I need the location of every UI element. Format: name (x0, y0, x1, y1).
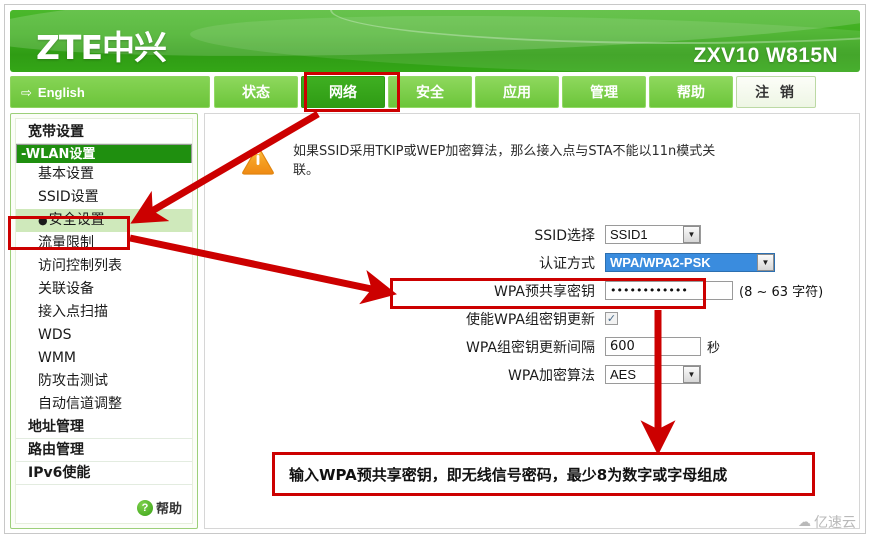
main-navbar: ⇨ English 状态 网络 安全 应用 管理 帮助 注 销 (10, 76, 860, 108)
logout-button[interactable]: 注 销 (736, 76, 816, 108)
chevron-down-icon[interactable]: ▼ (683, 366, 700, 383)
cloud-icon: ☁ (798, 514, 811, 530)
field-row-wpa-cipher: WPA加密算法 AES ▼ (205, 362, 859, 387)
sidebar-item-auto-channel[interactable]: 自动信道调整 (16, 393, 192, 416)
sidebar-inner: 宽带设置 -WLAN设置 基本设置 SSID设置 ●安全设置 流量限制 访问控制… (15, 118, 193, 524)
sidebar-item-wmm[interactable]: WMM (16, 347, 192, 370)
sidebar-item-access-control-list[interactable]: 访问控制列表 (16, 255, 192, 278)
sidebar-menu: 宽带设置 -WLAN设置 基本设置 SSID设置 ●安全设置 流量限制 访问控制… (16, 121, 192, 485)
chevron-down-icon[interactable]: ▼ (757, 254, 774, 271)
sidebar-help-label: 帮助 (155, 502, 182, 517)
sidebar-item-basic-settings[interactable]: 基本设置 (16, 163, 192, 186)
field-row-enable-group-key: 使能WPA组密钥更新 ✓ (205, 306, 859, 331)
field-row-group-key-interval: WPA组密钥更新间隔 600 秒 (205, 334, 859, 359)
group-key-interval-input[interactable]: 600 (605, 337, 701, 356)
annotation-box-network-tab (304, 72, 400, 112)
tab-help[interactable]: 帮助 (649, 76, 733, 108)
ssid-select-label: SSID选择 (534, 227, 595, 244)
wpa-cipher-control: AES ▼ (605, 365, 701, 384)
field-row-auth-mode: 认证方式 WPA/WPA2-PSK ▼ (205, 250, 859, 275)
enable-group-key-label: 使能WPA组密钥更新 (466, 311, 595, 328)
question-mark-icon: ? (136, 499, 153, 516)
sidebar-item-address-management[interactable]: 地址管理 (16, 416, 192, 439)
wpa-cipher-label: WPA加密算法 (508, 367, 595, 384)
tab-application[interactable]: 应用 (475, 76, 559, 108)
ssid-select-value: SSID1 (610, 227, 648, 242)
auth-mode-label: 认证方式 (539, 255, 595, 272)
auth-mode-control: WPA/WPA2-PSK ▼ (605, 253, 775, 272)
warning-row: 如果SSID采用TKIP或WEP加密算法，那么接入点与STA不能以11n模式关联… (241, 142, 831, 180)
chevron-down-icon[interactable]: ▼ (683, 226, 700, 243)
annotation-note-box: 输入WPA预共享密钥，即无线信号密码，最少8为数字或字母组成 (272, 452, 815, 496)
header-banner: ZTE中兴 ZXV10 W815N (10, 10, 860, 72)
tab-security[interactable]: 安全 (388, 76, 472, 108)
warning-triangle-icon (241, 142, 281, 180)
field-row-ssid-select: SSID选择 SSID1 ▼ (205, 222, 859, 247)
sidebar-item-anti-attack-test[interactable]: 防攻击测试 (16, 370, 192, 393)
sidebar-item-ap-scan[interactable]: 接入点扫描 (16, 301, 192, 324)
sidebar-item-broadband[interactable]: 宽带设置 (16, 121, 192, 144)
enable-group-key-control: ✓ (605, 312, 618, 325)
sidebar-item-wlan[interactable]: -WLAN设置 (16, 144, 192, 163)
auth-mode-select[interactable]: WPA/WPA2-PSK ▼ (605, 253, 775, 272)
arrow-right-icon: ⇨ (21, 84, 32, 100)
router-admin-page: ZTE中兴 ZXV10 W815N ⇨ English 状态 网络 安全 应用 … (0, 0, 870, 538)
wpa-cipher-value: AES (610, 367, 637, 382)
language-label: English (37, 84, 85, 100)
annotation-box-security-menu (8, 216, 130, 250)
sidebar: 宽带设置 -WLAN设置 基本设置 SSID设置 ●安全设置 流量限制 访问控制… (10, 113, 198, 529)
sidebar-item-ssid-settings[interactable]: SSID设置 (16, 186, 192, 209)
brand-logo: ZTE中兴 (36, 28, 167, 67)
group-key-interval-control: 600 秒 (605, 337, 720, 356)
device-model: ZXV10 W815N (693, 44, 838, 67)
auth-mode-value: WPA/WPA2-PSK (610, 255, 711, 270)
group-key-interval-label: WPA组密钥更新间隔 (466, 339, 595, 356)
wpa-cipher-select[interactable]: AES ▼ (605, 365, 701, 384)
sidebar-item-wds[interactable]: WDS (16, 324, 192, 347)
watermark: ☁ 亿速云 (798, 512, 856, 532)
group-key-interval-unit: 秒 (707, 340, 721, 355)
language-switch[interactable]: ⇨ English (10, 76, 210, 108)
warning-text: 如果SSID采用TKIP或WEP加密算法，那么接入点与STA不能以11n模式关联… (293, 144, 716, 178)
wpa-psk-hint: (8 ~ 63 字符) (739, 285, 824, 300)
tab-status[interactable]: 状态 (214, 76, 298, 108)
annotation-box-wpa-psk (390, 278, 706, 309)
sidebar-item-associated-devices[interactable]: 关联设备 (16, 278, 192, 301)
annotation-note-text: 输入WPA预共享密钥，即无线信号密码，最少8为数字或字母组成 (289, 465, 728, 484)
sidebar-help[interactable]: ? 帮助 (136, 498, 182, 517)
sidebar-item-ipv6[interactable]: IPv6使能 (16, 462, 192, 485)
enable-group-key-checkbox[interactable]: ✓ (605, 312, 618, 325)
ssid-select-control: SSID1 ▼ (605, 225, 701, 244)
watermark-text: 亿速云 (814, 515, 856, 531)
sidebar-item-route-management[interactable]: 路由管理 (16, 439, 192, 462)
tab-management[interactable]: 管理 (562, 76, 646, 108)
ssid-select[interactable]: SSID1 ▼ (605, 225, 701, 244)
